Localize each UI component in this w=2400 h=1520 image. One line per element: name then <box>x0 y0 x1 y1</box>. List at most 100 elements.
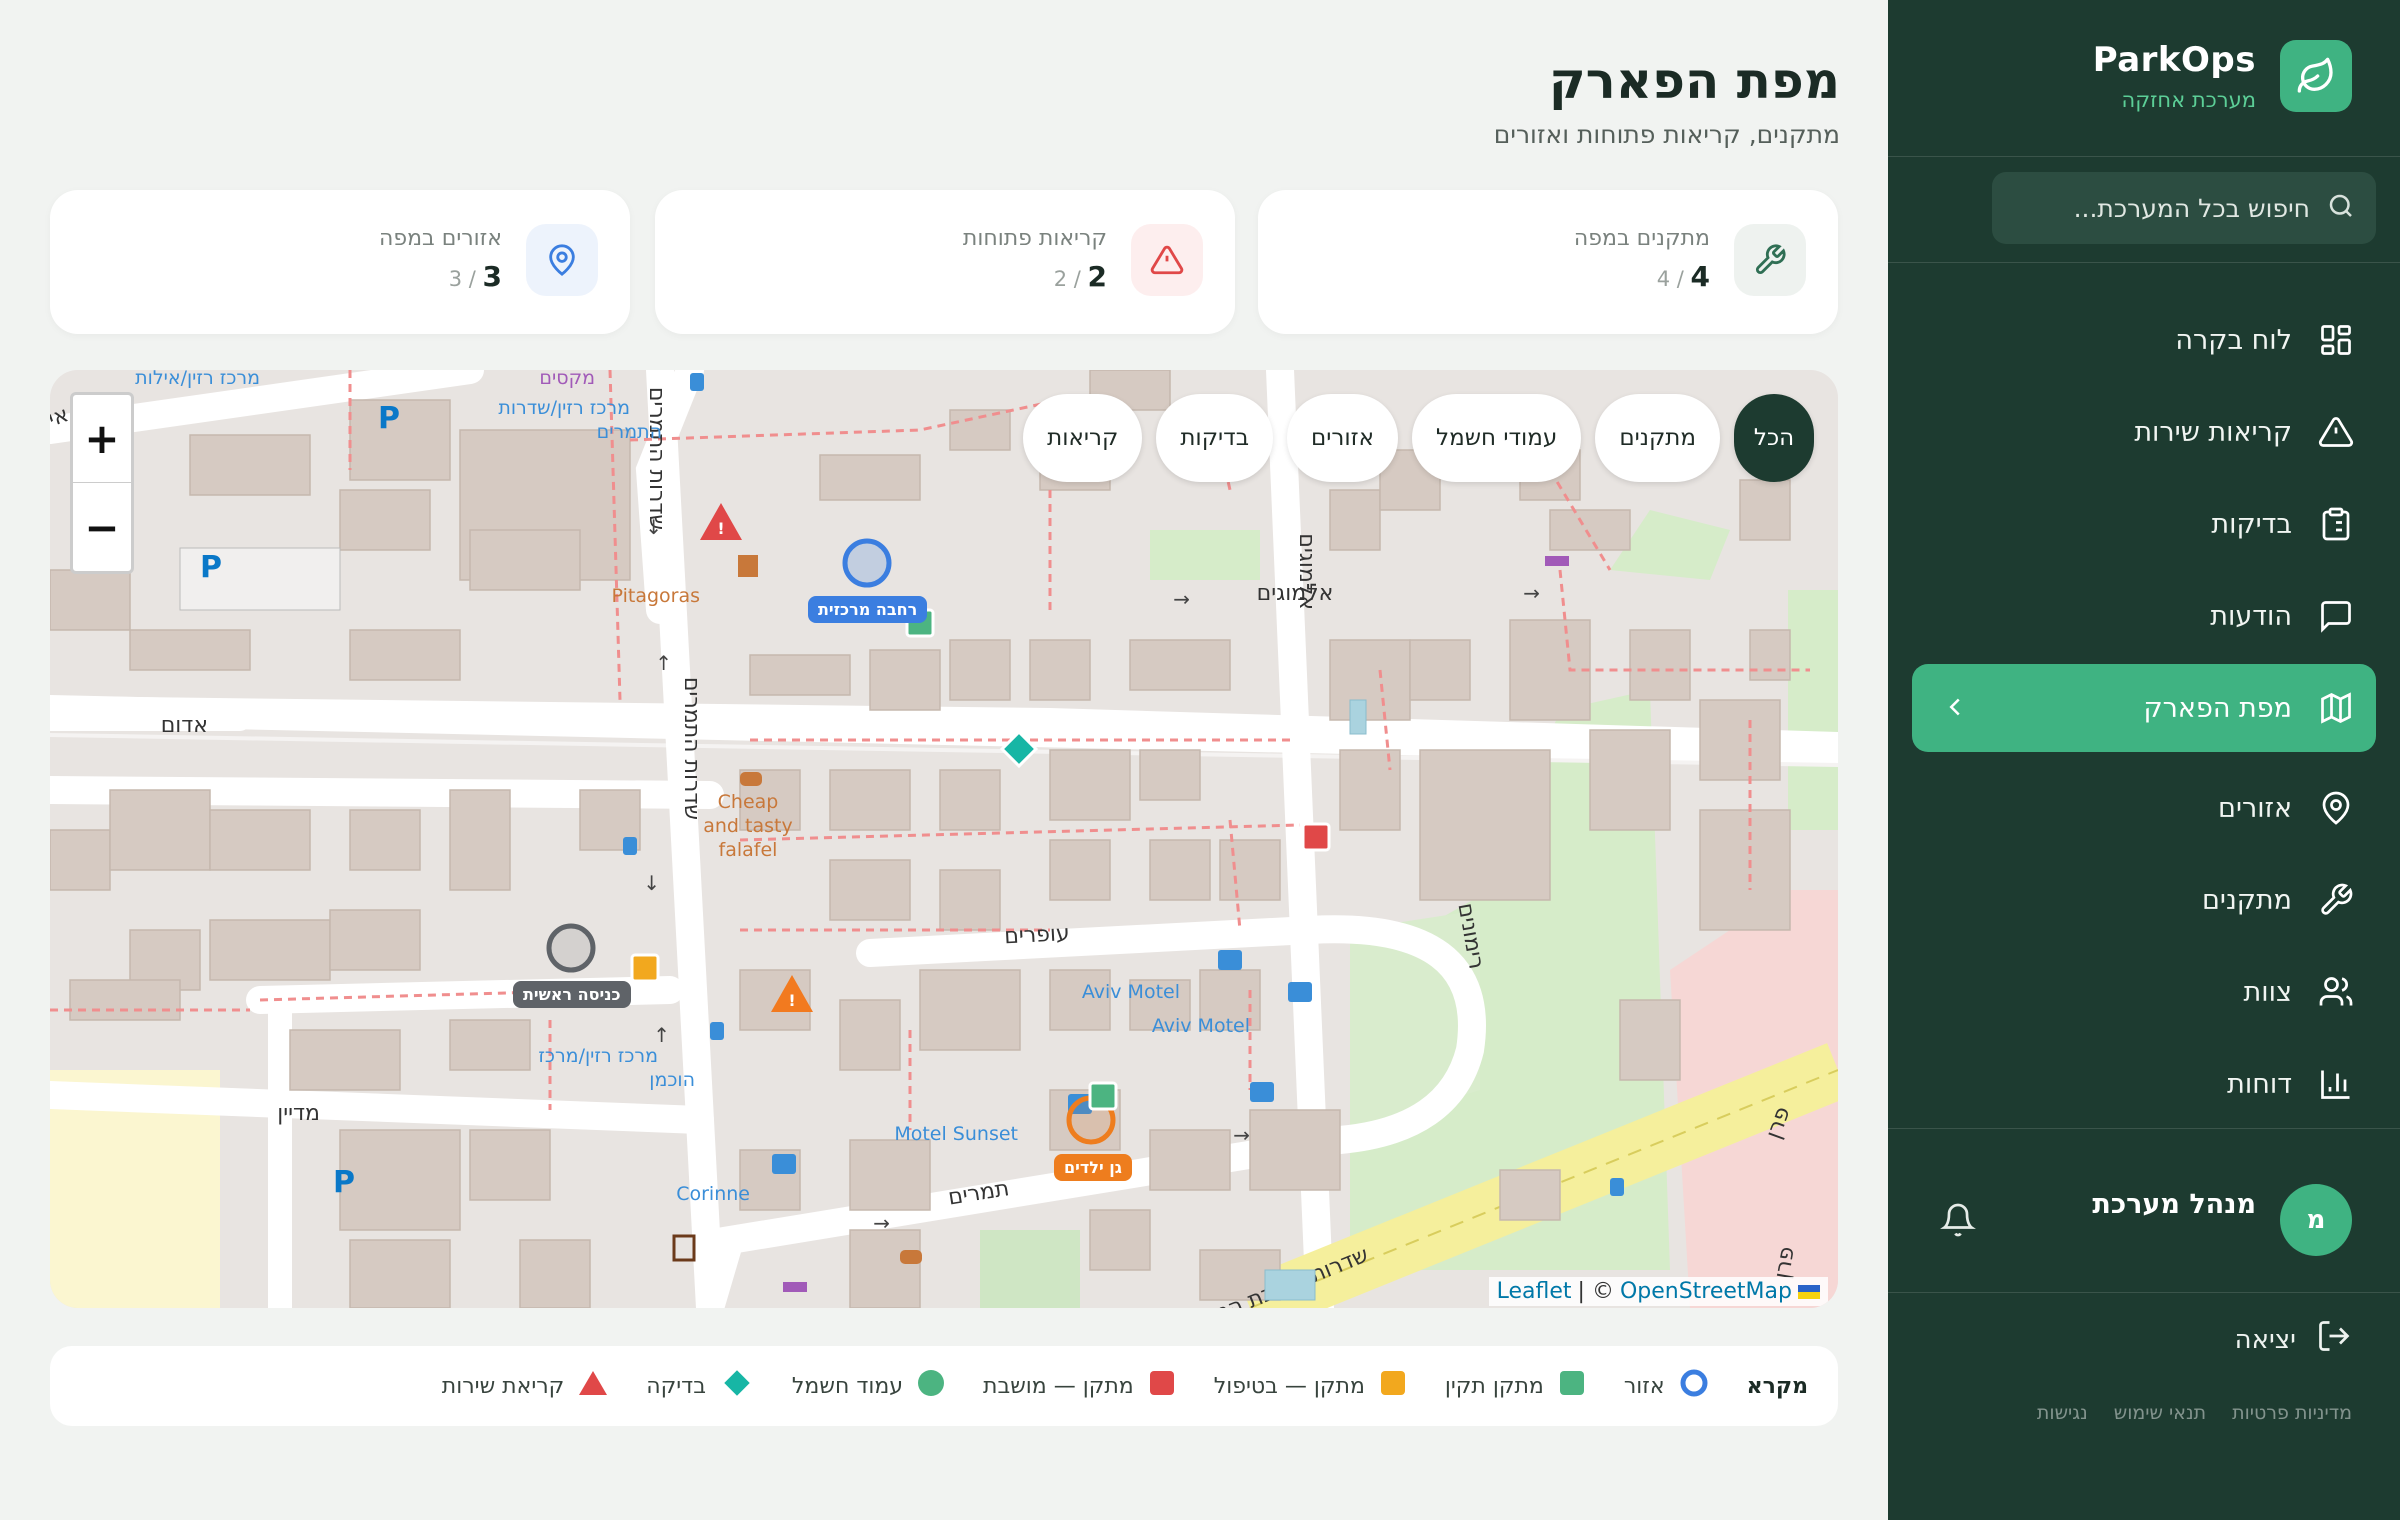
avatar: מ <box>2280 1184 2352 1256</box>
filter-chip-zones[interactable]: אזורים <box>1287 394 1399 482</box>
legend-item-power-pole: עמוד חשמל <box>792 1369 945 1403</box>
legend-label: מתקן תקין <box>1444 1373 1544 1399</box>
filter-chip-all[interactable]: הכל <box>1734 394 1814 482</box>
divider <box>1888 156 2400 157</box>
page-subtitle: מתקנים, קריאות פתוחות ואזורים <box>1493 120 1840 149</box>
svg-text:→: → <box>1173 587 1190 611</box>
map-pin-icon <box>2316 788 2356 828</box>
square-icon <box>1558 1369 1586 1403</box>
nav-item-service-calls[interactable]: קריאות שירות <box>1912 388 2376 476</box>
triangle-icon <box>578 1369 608 1403</box>
svg-text:↓: ↓ <box>645 515 662 539</box>
sidebar: ParkOps מערכת אחזקה לוח בקרה קריאות שירו… <box>1888 0 2400 1520</box>
ukraine-flag-icon <box>1798 1284 1820 1299</box>
nav-label: אזורים <box>2218 792 2292 824</box>
wrench-icon <box>1734 224 1806 296</box>
bell-icon[interactable] <box>1936 1198 1980 1242</box>
map-label-poi: הוכמן <box>649 1069 695 1091</box>
search-input[interactable] <box>2010 193 2310 223</box>
svg-text:↑: ↑ <box>653 1023 670 1047</box>
zoom-out-button[interactable]: − <box>73 483 131 571</box>
facility-marker-disabled[interactable] <box>1301 822 1331 852</box>
park-map[interactable]: P P P אלמוגים אלמוגים אדום עופרים מדיין … <box>50 370 1838 1308</box>
circle-icon <box>917 1369 945 1403</box>
diamond-icon <box>720 1366 754 1406</box>
search-box[interactable] <box>1992 172 2376 244</box>
divider <box>1888 1292 2400 1293</box>
main-nav: לוח בקרה קריאות שירות בדיקות הודעות מפת … <box>1912 296 2376 1132</box>
map-tiles: P P P אלמוגים אלמוגים אדום עופרים מדיין … <box>50 370 1838 1308</box>
dashboard-icon <box>2316 320 2356 360</box>
nav-item-messages[interactable]: הודעות <box>1912 572 2376 660</box>
map-icon <box>2316 688 2356 728</box>
legend-label: מתקן — מושבת <box>983 1373 1134 1399</box>
square-icon <box>1379 1369 1407 1403</box>
filter-chip-inspections[interactable]: בדיקות <box>1156 394 1274 482</box>
facility-marker-ok[interactable] <box>1088 1081 1118 1111</box>
zone-tag-playground[interactable]: גן ילדים <box>1054 1154 1132 1181</box>
nav-item-reports[interactable]: דוחות <box>1912 1040 2376 1128</box>
attribution-leaflet-link[interactable]: Leaflet <box>1497 1279 1572 1304</box>
map-label-poi: מרכז רזין/מרכז <box>538 1045 658 1067</box>
svg-text:→: → <box>1233 1123 1250 1147</box>
map-label-street: אלמוגים <box>1257 581 1334 606</box>
logout-button[interactable]: יציאה <box>2235 1318 2352 1361</box>
attribution-separator: | © <box>1577 1279 1614 1304</box>
stat-label: מתקנים במפה <box>1573 226 1710 251</box>
bar-chart-icon <box>2316 1064 2356 1104</box>
map-label-poi: Aviv Motel <box>1082 981 1180 1003</box>
nav-label: קריאות שירות <box>2134 416 2292 448</box>
svg-text:!: ! <box>717 519 724 538</box>
map-legend: מקרא אזור מתקן תקין מתקן — בטיפול מתקן —… <box>50 1346 1838 1426</box>
nav-item-dashboard[interactable]: לוח בקרה <box>1912 296 2376 384</box>
nav-item-zones[interactable]: אזורים <box>1912 764 2376 852</box>
alert-triangle-icon <box>1131 224 1203 296</box>
legend-label: בדיקה <box>646 1373 706 1399</box>
zoom-control: + − <box>70 392 134 574</box>
zone-tag-entrance[interactable]: כניסה ראשית <box>513 981 631 1008</box>
attribution-osm-link[interactable]: OpenStreetMap <box>1620 1279 1792 1304</box>
nav-item-inspections[interactable]: בדיקות <box>1912 480 2376 568</box>
filter-chip-facilities[interactable]: מתקנים <box>1595 394 1720 482</box>
footer-link-accessibility[interactable]: נגישות <box>2037 1402 2088 1424</box>
chevron-left-icon <box>1940 692 1970 729</box>
users-icon <box>2316 972 2356 1012</box>
nav-label: מפת הפארק <box>2143 692 2292 724</box>
nav-item-facilities[interactable]: מתקנים <box>1912 856 2376 944</box>
brand[interactable]: ParkOps מערכת אחזקה <box>2093 40 2352 112</box>
legend-item-facility-disabled: מתקן — מושבת <box>983 1369 1176 1403</box>
zone-marker-central[interactable] <box>842 538 892 588</box>
legend-label: מתקן — בטיפול <box>1213 1373 1365 1399</box>
map-label-street: מדיין <box>277 1101 320 1126</box>
nav-label: דוחות <box>2227 1068 2292 1100</box>
map-label-poi: falafel <box>719 839 778 861</box>
footer-link-terms[interactable]: תנאי שימוש <box>2114 1402 2206 1424</box>
user-profile[interactable]: מ מנהל מערכת <box>1936 1180 2352 1260</box>
filter-chip-calls[interactable]: קריאות <box>1023 394 1143 482</box>
legend-title: מקרא <box>1746 1373 1808 1399</box>
map-label-parking: P <box>333 1165 355 1200</box>
nav-item-park-map[interactable]: מפת הפארק <box>1912 664 2376 752</box>
legend-label: אזור <box>1623 1373 1665 1399</box>
nav-label: בדיקות <box>2211 508 2292 540</box>
map-label-street: שדרות התמרים <box>644 387 669 530</box>
logout-label: יציאה <box>2234 1324 2296 1355</box>
map-filter-bar: הכל מתקנים עמודי חשמל אזורים בדיקות קריא… <box>1023 394 1814 482</box>
map-label-poi: Corinne <box>676 1183 750 1205</box>
zoom-in-button[interactable]: + <box>73 395 131 483</box>
map-label-poi: מקסים <box>539 370 595 389</box>
footer-links: מדיניות פרטיות תנאי שימוש נגישות <box>2037 1402 2352 1424</box>
logout-icon <box>2316 1318 2352 1361</box>
nav-label: צוות <box>2243 976 2292 1008</box>
map-label-poi: Aviv Motel <box>1152 1015 1250 1037</box>
nav-label: הודעות <box>2210 600 2292 632</box>
filter-chip-power-poles[interactable]: עמודי חשמל <box>1412 394 1582 482</box>
nav-item-team[interactable]: צוות <box>1912 948 2376 1036</box>
zone-marker-entrance[interactable] <box>546 923 596 973</box>
zone-tag-central[interactable]: רחבה מרכזית <box>808 596 928 623</box>
legend-label: עמוד חשמל <box>791 1373 904 1399</box>
facility-marker-in-progress[interactable] <box>630 953 660 983</box>
clipboard-icon <box>2316 504 2356 544</box>
nav-label: לוח בקרה <box>2175 324 2292 356</box>
footer-link-privacy[interactable]: מדיניות פרטיות <box>2232 1402 2352 1424</box>
